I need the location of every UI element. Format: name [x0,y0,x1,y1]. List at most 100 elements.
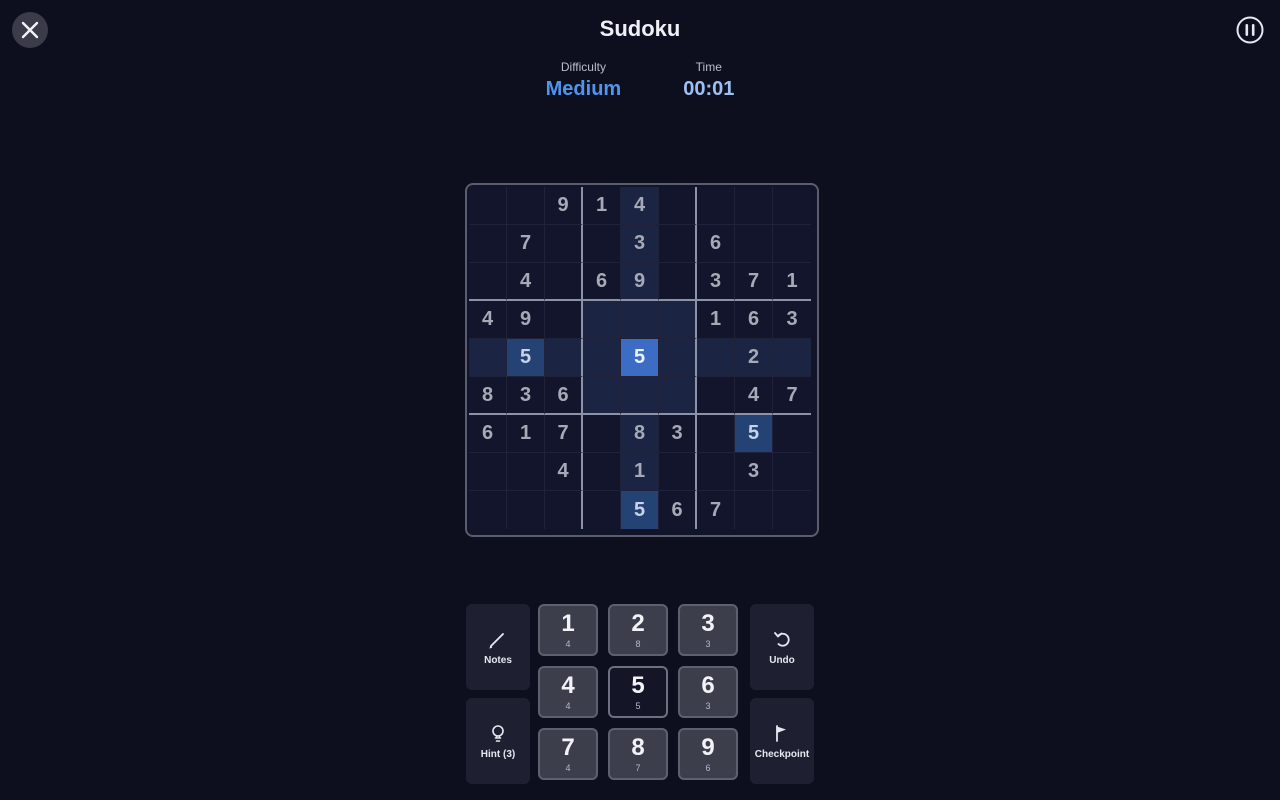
grid-cell-r7-c3[interactable]: 7 [545,415,583,453]
grid-cell-r6-c9[interactable]: 7 [773,377,811,415]
grid-cell-r9-c2[interactable] [507,491,545,529]
grid-cell-r1-c5[interactable]: 4 [621,187,659,225]
number-remaining-count: 8 [635,639,641,649]
time-value: 00:01 [683,78,735,100]
grid-cell-r5-c2[interactable]: 5 [507,339,545,377]
grid-cell-r3-c9[interactable]: 1 [773,263,811,301]
grid-cell-r3-c2[interactable]: 4 [507,263,545,301]
grid-cell-r7-c4[interactable] [583,415,621,453]
checkpoint-button[interactable]: Checkpoint [750,698,814,784]
grid-cell-r2-c7[interactable]: 6 [697,225,735,263]
grid-cell-r2-c3[interactable] [545,225,583,263]
grid-cell-r8-c3[interactable]: 4 [545,453,583,491]
grid-cell-r1-c1[interactable] [469,187,507,225]
grid-cell-r9-c7[interactable]: 7 [697,491,735,529]
number-button-4[interactable]: 44 [538,666,598,718]
grid-cell-r1-c4[interactable]: 1 [583,187,621,225]
grid-cell-r3-c6[interactable] [659,263,697,301]
number-button-3[interactable]: 33 [678,604,738,656]
grid-cell-r2-c1[interactable] [469,225,507,263]
grid-cell-r1-c2[interactable] [507,187,545,225]
grid-cell-r4-c1[interactable]: 4 [469,301,507,339]
pause-button[interactable] [1232,12,1268,48]
grid-cell-r6-c3[interactable]: 6 [545,377,583,415]
hint-button[interactable]: Hint (3) [466,698,530,784]
grid-cell-r6-c5[interactable] [621,377,659,415]
grid-cell-r1-c8[interactable] [735,187,773,225]
grid-cell-r3-c1[interactable] [469,263,507,301]
grid-cell-r8-c9[interactable] [773,453,811,491]
number-button-5[interactable]: 55 [608,666,668,718]
grid-cell-r6-c8[interactable]: 4 [735,377,773,415]
grid-cell-r8-c2[interactable] [507,453,545,491]
number-button-8[interactable]: 87 [608,728,668,780]
grid-cell-r3-c7[interactable]: 3 [697,263,735,301]
grid-cell-r4-c6[interactable] [659,301,697,339]
grid-cell-r3-c3[interactable] [545,263,583,301]
grid-cell-r5-c3[interactable] [545,339,583,377]
grid-cell-r4-c8[interactable]: 6 [735,301,773,339]
grid-cell-r9-c3[interactable] [545,491,583,529]
grid-cell-r2-c5[interactable]: 3 [621,225,659,263]
grid-cell-r9-c1[interactable] [469,491,507,529]
number-remaining-count: 4 [565,763,571,773]
grid-cell-r6-c2[interactable]: 3 [507,377,545,415]
grid-cell-r4-c9[interactable]: 3 [773,301,811,339]
grid-cell-r7-c6[interactable]: 3 [659,415,697,453]
grid-cell-r2-c4[interactable] [583,225,621,263]
grid-cell-r5-c6[interactable] [659,339,697,377]
grid-cell-r4-c5[interactable] [621,301,659,339]
undo-button[interactable]: Undo [750,604,814,690]
grid-cell-r4-c4[interactable] [583,301,621,339]
grid-cell-r2-c2[interactable]: 7 [507,225,545,263]
grid-cell-r1-c3[interactable]: 9 [545,187,583,225]
grid-cell-r7-c8[interactable]: 5 [735,415,773,453]
grid-cell-r7-c7[interactable] [697,415,735,453]
grid-cell-r7-c9[interactable] [773,415,811,453]
grid-cell-r9-c4[interactable] [583,491,621,529]
grid-cell-r6-c6[interactable] [659,377,697,415]
number-button-7[interactable]: 74 [538,728,598,780]
grid-cell-r8-c1[interactable] [469,453,507,491]
flag-icon [776,724,786,742]
grid-cell-r7-c5[interactable]: 8 [621,415,659,453]
grid-cell-r1-c6[interactable] [659,187,697,225]
grid-cell-r9-c5[interactable]: 5 [621,491,659,529]
grid-cell-r6-c1[interactable]: 8 [469,377,507,415]
grid-cell-r2-c6[interactable] [659,225,697,263]
grid-cell-r5-c1[interactable] [469,339,507,377]
grid-cell-r6-c7[interactable] [697,377,735,415]
grid-cell-r9-c9[interactable] [773,491,811,529]
grid-cell-r5-c4[interactable] [583,339,621,377]
grid-cell-r8-c4[interactable] [583,453,621,491]
grid-cell-r3-c5[interactable]: 9 [621,263,659,301]
grid-cell-r5-c7[interactable] [697,339,735,377]
grid-cell-r4-c7[interactable]: 1 [697,301,735,339]
number-button-9[interactable]: 96 [678,728,738,780]
grid-cell-r2-c8[interactable] [735,225,773,263]
grid-cell-r4-c3[interactable] [545,301,583,339]
grid-cell-r8-c7[interactable] [697,453,735,491]
grid-cell-r5-c5[interactable]: 5 [621,339,659,377]
grid-cell-r2-c9[interactable] [773,225,811,263]
grid-cell-r1-c9[interactable] [773,187,811,225]
number-button-6[interactable]: 63 [678,666,738,718]
grid-cell-r7-c2[interactable]: 1 [507,415,545,453]
number-remaining-count: 5 [635,701,641,711]
grid-cell-r5-c8[interactable]: 2 [735,339,773,377]
grid-cell-r8-c8[interactable]: 3 [735,453,773,491]
grid-cell-r1-c7[interactable] [697,187,735,225]
number-button-2[interactable]: 28 [608,604,668,656]
grid-cell-r3-c4[interactable]: 6 [583,263,621,301]
grid-cell-r8-c5[interactable]: 1 [621,453,659,491]
grid-cell-r5-c9[interactable] [773,339,811,377]
grid-cell-r3-c8[interactable]: 7 [735,263,773,301]
grid-cell-r9-c6[interactable]: 6 [659,491,697,529]
number-button-1[interactable]: 14 [538,604,598,656]
grid-cell-r9-c8[interactable] [735,491,773,529]
notes-button[interactable]: Notes [466,604,530,690]
grid-cell-r7-c1[interactable]: 6 [469,415,507,453]
grid-cell-r6-c4[interactable] [583,377,621,415]
grid-cell-r4-c2[interactable]: 9 [507,301,545,339]
grid-cell-r8-c6[interactable] [659,453,697,491]
